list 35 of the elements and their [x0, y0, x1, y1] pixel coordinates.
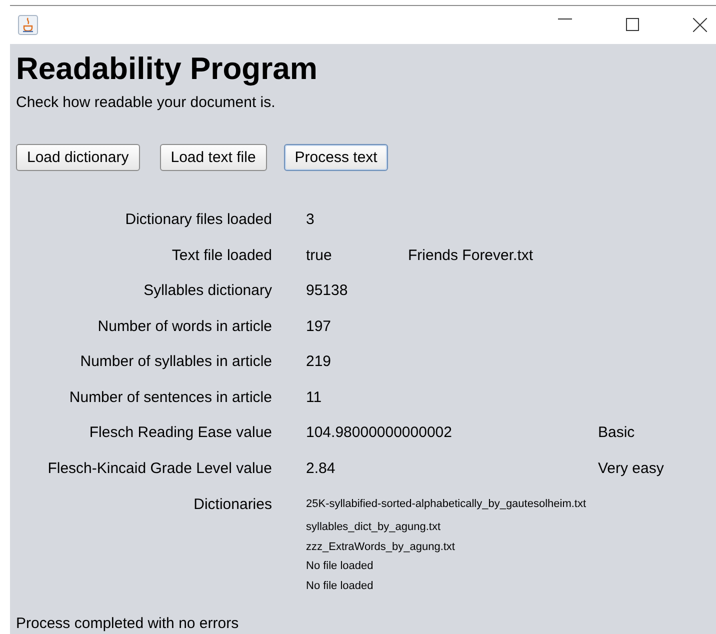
minimize-icon[interactable] [558, 18, 572, 20]
field-label: Dictionaries [194, 496, 272, 513]
dictionary-file: No file loaded [306, 559, 374, 574]
field-value: 219 [306, 353, 332, 370]
load-text-file-button[interactable]: Load text file [160, 144, 267, 171]
dictionary-file: syllables_dict_by_agung.txt [306, 520, 442, 535]
field-label: Text file loaded [170, 246, 273, 264]
field-value: 11 [306, 388, 322, 406]
rating-text: Basic [598, 424, 636, 442]
field-value: 197 [306, 318, 332, 335]
status-message: Process completed with no errors [16, 615, 239, 632]
load-dictionary-button[interactable]: Load dictionary [16, 144, 140, 171]
rating-text: Very easy [598, 460, 665, 477]
process-text-button[interactable]: Process text [284, 144, 388, 171]
field-label: Number of words in article [96, 318, 273, 335]
field-value: 2.84 [306, 460, 336, 477]
close-icon[interactable] [693, 18, 707, 32]
field-label: Number of syllables in article [79, 353, 273, 370]
dictionary-file: No file loaded [306, 578, 374, 594]
field-value: 3 [306, 211, 314, 228]
field-value: 95138 [306, 282, 348, 300]
java-cup-icon [18, 15, 38, 35]
field-label: Flesch Reading Ease value [88, 424, 273, 442]
field-label: Flesch-Kincaid Grade Level value [46, 460, 273, 477]
field-label: Number of sentences in article [68, 388, 273, 406]
app-subtitle: Check how readable your document is. [16, 94, 276, 112]
dictionary-file: 25K-syllabified-sorted-alphabetically_by_gautesolheim.txt [306, 497, 588, 512]
field-value: true [306, 246, 333, 264]
field-label: Syllables dictionary [142, 282, 273, 300]
field-value: 104.98000000000002 [306, 424, 452, 442]
dictionary-file: zzz_ExtraWords_by_agung.txt [306, 540, 456, 555]
maximize-icon[interactable] [626, 18, 639, 31]
file-name: Friends Forever.txt [408, 246, 534, 264]
app-title: Readability Program [16, 50, 318, 88]
field-label: Dictionary files loaded [124, 211, 273, 228]
